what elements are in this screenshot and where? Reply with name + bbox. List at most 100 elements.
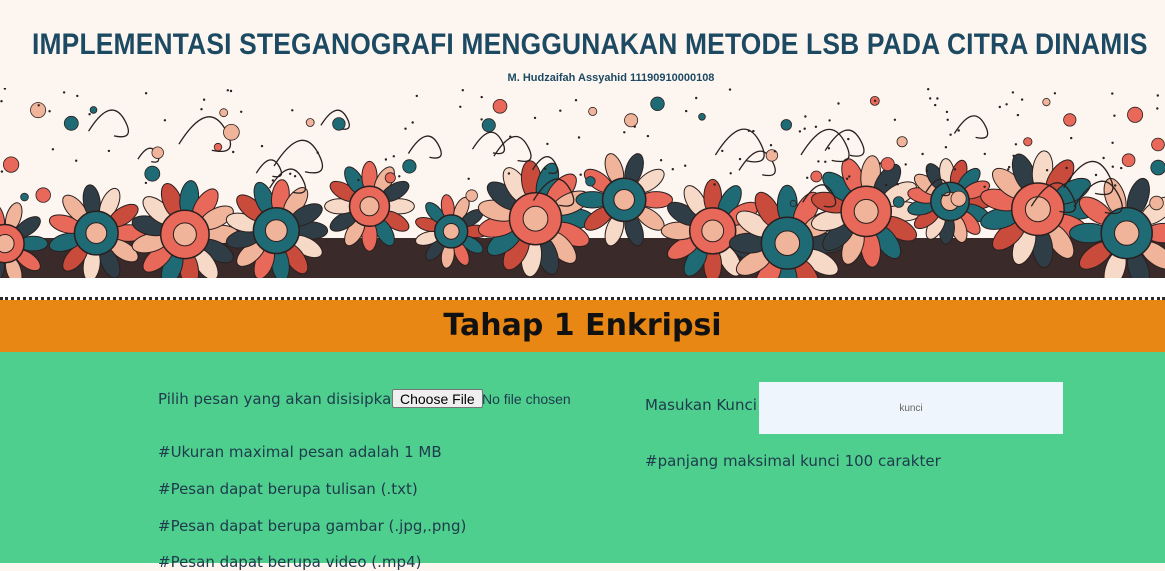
dot — [1005, 103, 1008, 106]
flower-core — [1024, 196, 1051, 223]
dot — [921, 152, 924, 156]
small-blossom — [1127, 106, 1144, 123]
flower-core — [701, 219, 725, 243]
dot — [546, 142, 549, 146]
dot — [1094, 173, 1098, 177]
flower-core — [522, 205, 549, 232]
dot — [837, 102, 840, 105]
header: IMPLEMENTASI STEGANOGRAFI MENGGUNAKAN ME… — [0, 0, 1165, 278]
dot — [1065, 166, 1068, 170]
small-blossom — [810, 170, 823, 183]
small-blossom — [481, 118, 496, 133]
dot — [289, 172, 292, 175]
dot — [467, 177, 470, 180]
dot — [461, 89, 464, 92]
small-blossom — [20, 192, 29, 202]
dot — [713, 183, 716, 186]
small-blossom — [492, 98, 508, 114]
dot — [76, 94, 79, 98]
dot — [878, 162, 882, 165]
note-max-size: #Ukuran maximal pesan adalah 1 MB — [158, 443, 442, 461]
dot — [896, 183, 899, 186]
flower-core — [853, 198, 879, 224]
dot — [240, 110, 243, 113]
dot — [3, 88, 7, 90]
dot — [48, 110, 51, 113]
small-blossom — [35, 187, 51, 203]
dot — [1011, 91, 1015, 94]
dot — [1008, 165, 1011, 169]
dot — [633, 125, 636, 128]
key-note: #panjang maksimal kunci 100 carakter — [645, 452, 941, 470]
dot — [798, 130, 802, 133]
flower-core — [0, 234, 15, 254]
dot — [957, 129, 960, 132]
key-input[interactable] — [759, 382, 1063, 434]
dot — [1053, 92, 1057, 95]
flower-core — [359, 196, 380, 217]
small-blossom — [896, 136, 908, 148]
dot — [480, 95, 483, 99]
dot — [271, 179, 275, 182]
dot — [392, 155, 395, 158]
dot — [1111, 92, 1114, 95]
small-blossom — [1121, 153, 1136, 167]
small-blossom — [332, 117, 346, 131]
note-text-format: #Pesan dapat berupa tulisan (.txt) — [158, 480, 418, 498]
flower-core — [442, 223, 460, 240]
flower-core — [264, 219, 288, 243]
dot — [1111, 165, 1115, 168]
choose-file-button[interactable]: Choose File — [392, 389, 483, 408]
dot — [925, 169, 929, 173]
dot — [685, 109, 688, 113]
dot — [1007, 168, 1010, 171]
dot — [646, 134, 650, 138]
small-blossom — [1151, 137, 1165, 152]
file-status: No file chosen — [482, 391, 571, 407]
dot — [814, 125, 818, 128]
dot — [357, 178, 360, 182]
dot — [946, 118, 949, 121]
small-blossom — [880, 157, 895, 172]
dot — [659, 159, 663, 162]
dot — [671, 168, 674, 171]
dot — [62, 91, 66, 94]
small-blossom — [384, 172, 396, 184]
small-blossom — [3, 156, 20, 173]
author-subtitle: M. Hudzaifah Assyahid 11190910000108 — [507, 72, 715, 84]
dot — [944, 146, 948, 149]
flower-core — [774, 230, 801, 256]
dot — [1156, 94, 1160, 97]
small-blossom — [585, 176, 596, 187]
dot — [1120, 166, 1123, 170]
small-blossom — [213, 142, 223, 152]
small-blossom — [1149, 195, 1164, 211]
dot — [384, 158, 388, 161]
dot — [817, 160, 820, 163]
mandala-banner — [0, 88, 1165, 278]
note-image-format: #Pesan dapat berupa gambar (.jpg,.png) — [158, 517, 467, 535]
small-blossom — [402, 159, 417, 174]
swirl-line — [953, 115, 989, 139]
small-blossom — [1063, 113, 1077, 127]
dot — [398, 175, 401, 178]
dot — [729, 172, 732, 175]
small-blossom — [63, 115, 79, 131]
dot — [1020, 98, 1024, 101]
dot — [1016, 113, 1020, 117]
dot — [721, 149, 724, 153]
dot — [226, 89, 229, 92]
dot — [1014, 143, 1018, 146]
dot — [827, 147, 831, 150]
small-blossom — [950, 190, 967, 207]
dot — [752, 129, 755, 133]
swirl-line — [471, 131, 506, 155]
dot — [37, 104, 40, 107]
dot — [873, 99, 877, 102]
dot — [824, 160, 827, 163]
dot — [51, 148, 55, 151]
dot — [983, 185, 986, 188]
dot — [845, 177, 849, 180]
small-blossom — [1042, 98, 1051, 107]
swirl-line — [824, 129, 865, 157]
